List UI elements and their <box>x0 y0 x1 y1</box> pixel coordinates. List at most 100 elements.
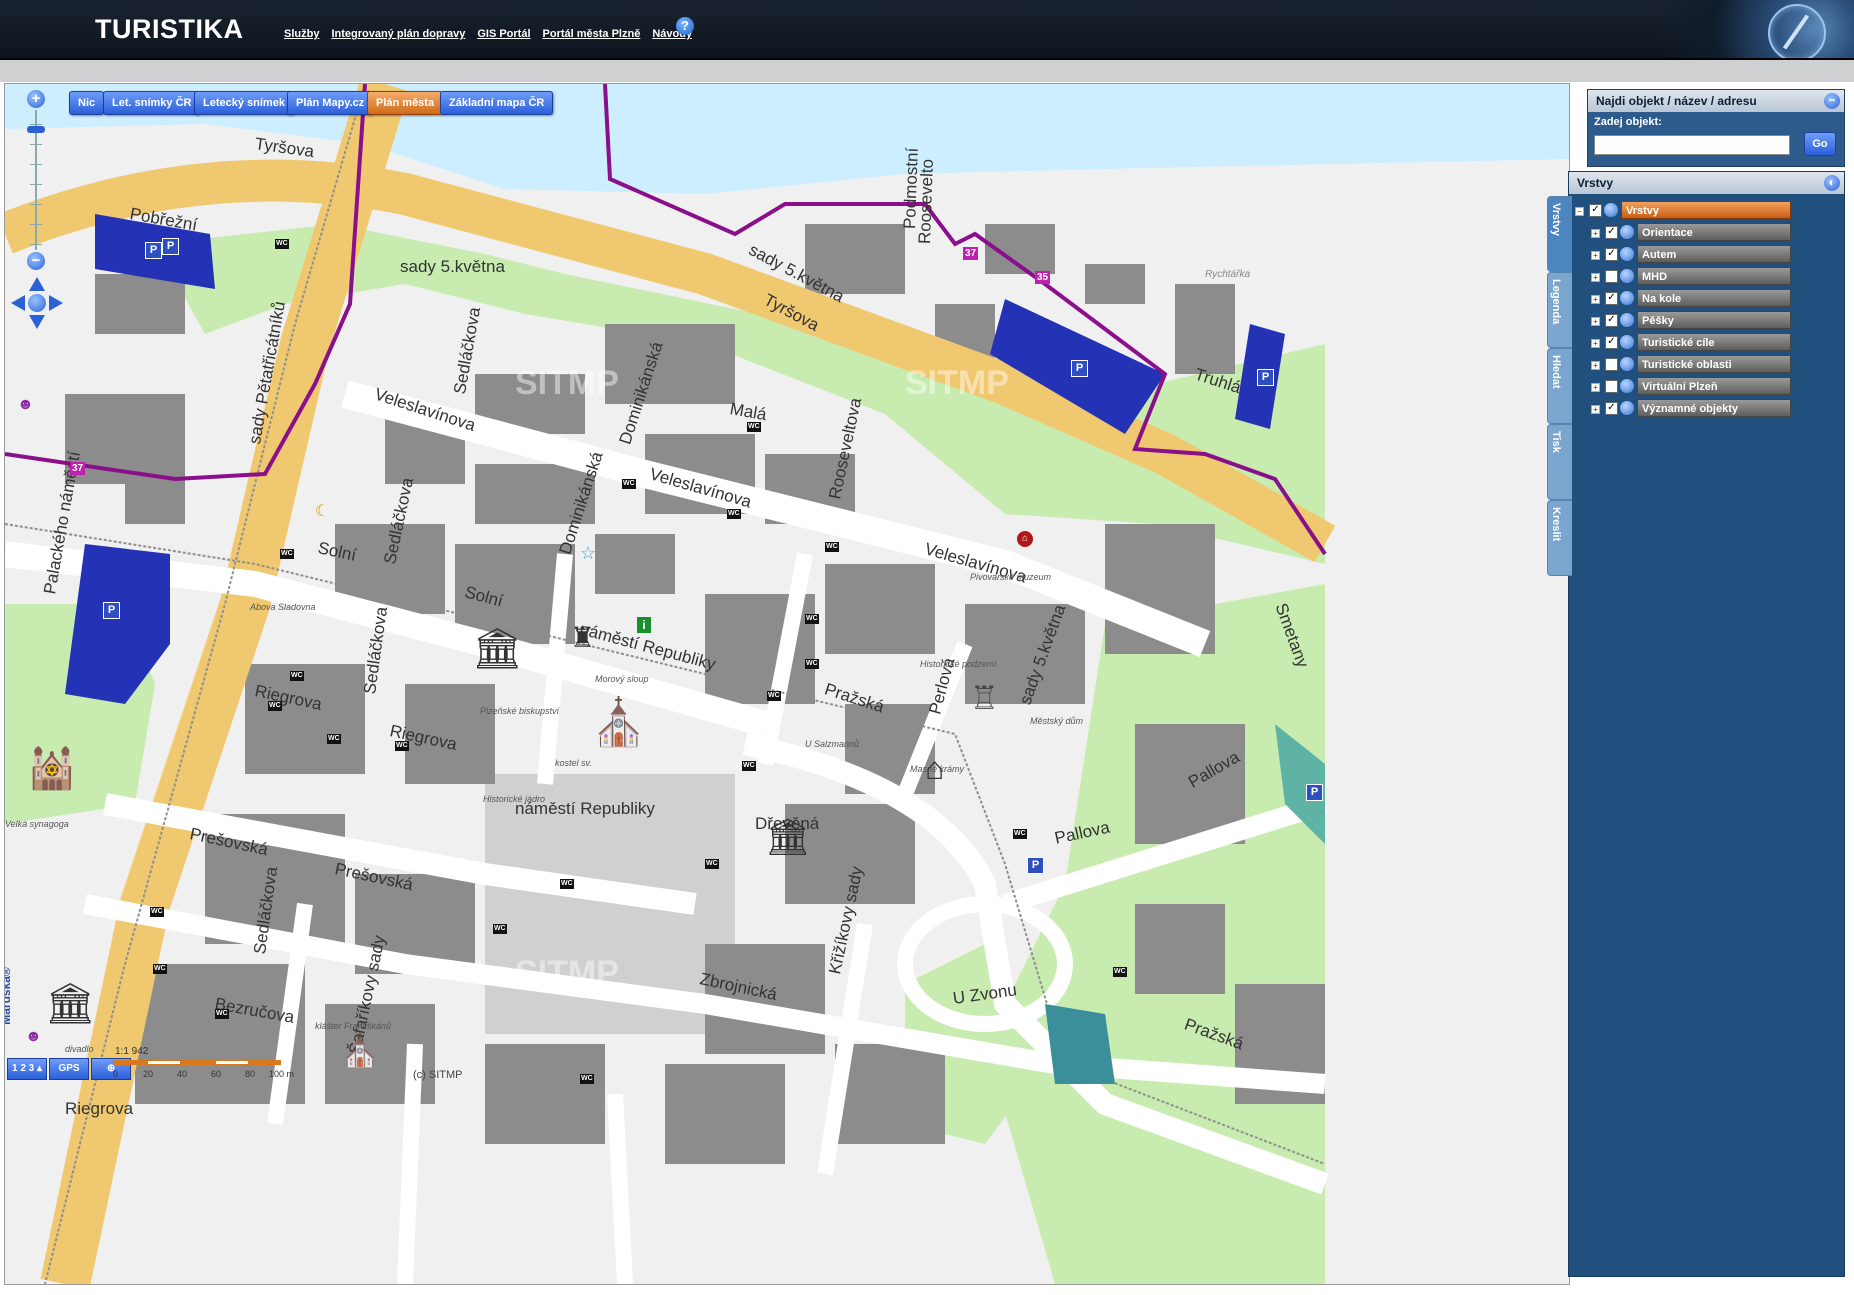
nav-portal-mesta[interactable]: Portál města Plzně <box>543 28 641 40</box>
layer-label[interactable]: Turistické oblasti <box>1637 355 1791 373</box>
church-icon[interactable]: ⛪ <box>340 1034 380 1066</box>
wc-icon[interactable]: WC <box>560 879 574 889</box>
tab-hledat[interactable]: Hledat <box>1547 348 1572 424</box>
layer-button-mapy-cz[interactable]: Plán Mapy.cz <box>287 91 374 115</box>
theatre-icon[interactable]: 🏛 <box>45 984 96 1024</box>
expand-toggle-icon[interactable]: + <box>1591 405 1600 414</box>
wc-icon[interactable]: WC <box>275 239 289 249</box>
wc-icon[interactable]: WC <box>268 701 282 711</box>
wc-icon[interactable]: WC <box>825 542 839 552</box>
wc-icon[interactable]: WC <box>1013 829 1027 839</box>
tower-icon[interactable]: ♖ <box>970 682 999 714</box>
layer-label[interactable]: Orientace <box>1637 223 1791 241</box>
layer-checkbox[interactable] <box>1605 270 1618 283</box>
parking-icon[interactable]: P <box>1306 784 1323 801</box>
wc-icon[interactable]: WC <box>215 1009 229 1019</box>
wc-icon[interactable]: WC <box>727 509 741 519</box>
zoom-out-button[interactable]: − <box>27 252 45 270</box>
wc-icon[interactable]: WC <box>747 422 761 432</box>
pan-left-arrow-icon[interactable] <box>11 295 25 311</box>
tab-tisk[interactable]: Tisk <box>1547 424 1572 500</box>
layer-checkbox[interactable]: ✓ <box>1605 314 1618 327</box>
zoom-slider-handle[interactable] <box>27 126 45 133</box>
wc-icon[interactable]: WC <box>327 734 341 744</box>
layer-button-aerial[interactable]: Letecký snímek <box>194 91 294 115</box>
wc-icon[interactable]: WC <box>705 859 719 869</box>
wc-icon[interactable]: WC <box>280 549 294 559</box>
pan-down-arrow-icon[interactable] <box>29 315 45 329</box>
expand-toggle-icon[interactable]: + <box>1591 273 1600 282</box>
collapse-icon[interactable]: ◐ <box>1824 175 1840 191</box>
layer-label[interactable]: Turistické cíle <box>1637 333 1791 351</box>
layer-checkbox[interactable]: ✓ <box>1605 248 1618 261</box>
expand-toggle-icon[interactable]: + <box>1591 251 1600 260</box>
building-icon[interactable]: 🏛 <box>765 819 811 855</box>
search-go-button[interactable]: Go <box>1804 132 1836 156</box>
nav-gis-portal[interactable]: GIS Portál <box>477 28 530 40</box>
parking-icon[interactable]: P <box>1071 360 1088 377</box>
layer-button-base-map[interactable]: Základní mapa ČR <box>440 91 554 115</box>
expand-toggle-icon[interactable]: + <box>1591 383 1600 392</box>
layer-button-aerial-cr[interactable]: Let. snímky ČR <box>103 91 201 115</box>
wc-icon[interactable]: WC <box>742 761 756 771</box>
layer-checkbox[interactable]: ✓ <box>1605 402 1618 415</box>
pan-center-button[interactable] <box>28 294 46 312</box>
zoom-in-button[interactable]: + <box>27 90 45 108</box>
star-icon[interactable]: ☆ <box>580 544 596 562</box>
nav-integrovany-plan[interactable]: Integrovaný plán dopravy <box>331 28 465 40</box>
layer-checkbox[interactable]: ✓ <box>1605 336 1618 349</box>
expand-toggle-icon[interactable]: + <box>1591 295 1600 304</box>
parking-icon[interactable]: P <box>145 242 162 259</box>
pan-right-arrow-icon[interactable] <box>49 295 63 311</box>
wc-icon[interactable]: WC <box>290 671 304 681</box>
layer-checkbox[interactable] <box>1605 380 1618 393</box>
wc-icon[interactable]: WC <box>622 479 636 489</box>
expand-toggle-icon[interactable]: + <box>1591 229 1600 238</box>
layer-label[interactable]: Významné objekty <box>1637 399 1791 417</box>
wc-icon[interactable]: WC <box>395 741 409 751</box>
parking-icon[interactable]: P <box>1257 369 1274 386</box>
wc-icon[interactable]: WC <box>1113 967 1127 977</box>
collapse-toggle-icon[interactable]: − <box>1575 207 1584 216</box>
tab-kreslit[interactable]: Kreslit <box>1547 500 1572 576</box>
layer-label[interactable]: Virtuální Plzeň <box>1637 377 1791 395</box>
search-input[interactable] <box>1594 135 1790 155</box>
layer-button-none[interactable]: Nic <box>69 91 105 115</box>
building-icon[interactable]: ⌂ <box>925 752 944 784</box>
wc-icon[interactable]: WC <box>153 964 167 974</box>
layer-root-label[interactable]: Vrstvy <box>1621 201 1791 219</box>
pan-up-arrow-icon[interactable] <box>29 277 45 291</box>
nav-sluzby[interactable]: Služby <box>284 28 319 40</box>
theatre-mask-icon[interactable]: ☻ <box>25 1029 42 1045</box>
gps-button[interactable]: GPS <box>49 1058 90 1080</box>
brewery-icon[interactable]: ⌂ <box>1017 531 1033 547</box>
museum-icon[interactable]: 🏛 <box>472 629 523 669</box>
church-icon[interactable]: ⛪ <box>590 699 647 745</box>
wc-icon[interactable]: WC <box>767 691 781 701</box>
wc-icon[interactable]: WC <box>805 659 819 669</box>
collapse-icon[interactable]: − <box>1824 93 1840 109</box>
info-icon[interactable]: i <box>637 617 651 633</box>
map-canvas[interactable]: Tyršova Pobřežní sady 5.května sady 5.kv… <box>4 83 1570 1285</box>
wc-icon[interactable]: WC <box>150 907 164 917</box>
wc-icon[interactable]: WC <box>580 1074 594 1084</box>
horn-icon[interactable]: ☾ <box>315 504 329 520</box>
expand-toggle-icon[interactable]: + <box>1591 361 1600 370</box>
wc-icon[interactable]: WC <box>493 924 507 934</box>
wc-icon[interactable]: WC <box>805 614 819 624</box>
tab-vrstvy[interactable]: Vrstvy <box>1547 196 1572 272</box>
layer-label[interactable]: Pěšky <box>1637 311 1791 329</box>
layer-order-button[interactable]: 1 2 3 ▴ <box>7 1058 48 1080</box>
tab-legenda[interactable]: Legenda <box>1547 272 1572 348</box>
synagogue-icon[interactable]: 🕍 <box>27 749 77 789</box>
layer-label[interactable]: Na kole <box>1637 289 1791 307</box>
expand-toggle-icon[interactable]: + <box>1591 339 1600 348</box>
expand-toggle-icon[interactable]: + <box>1591 317 1600 326</box>
layer-checkbox[interactable]: ✓ <box>1605 226 1618 239</box>
layer-checkbox[interactable]: ✓ <box>1589 204 1602 217</box>
parking-icon[interactable]: P <box>1027 857 1044 874</box>
monument-icon[interactable]: ♜ <box>570 624 595 652</box>
layer-checkbox[interactable]: ✓ <box>1605 292 1618 305</box>
parking-icon[interactable]: P <box>103 602 120 619</box>
parking-icon[interactable]: P <box>162 238 179 255</box>
